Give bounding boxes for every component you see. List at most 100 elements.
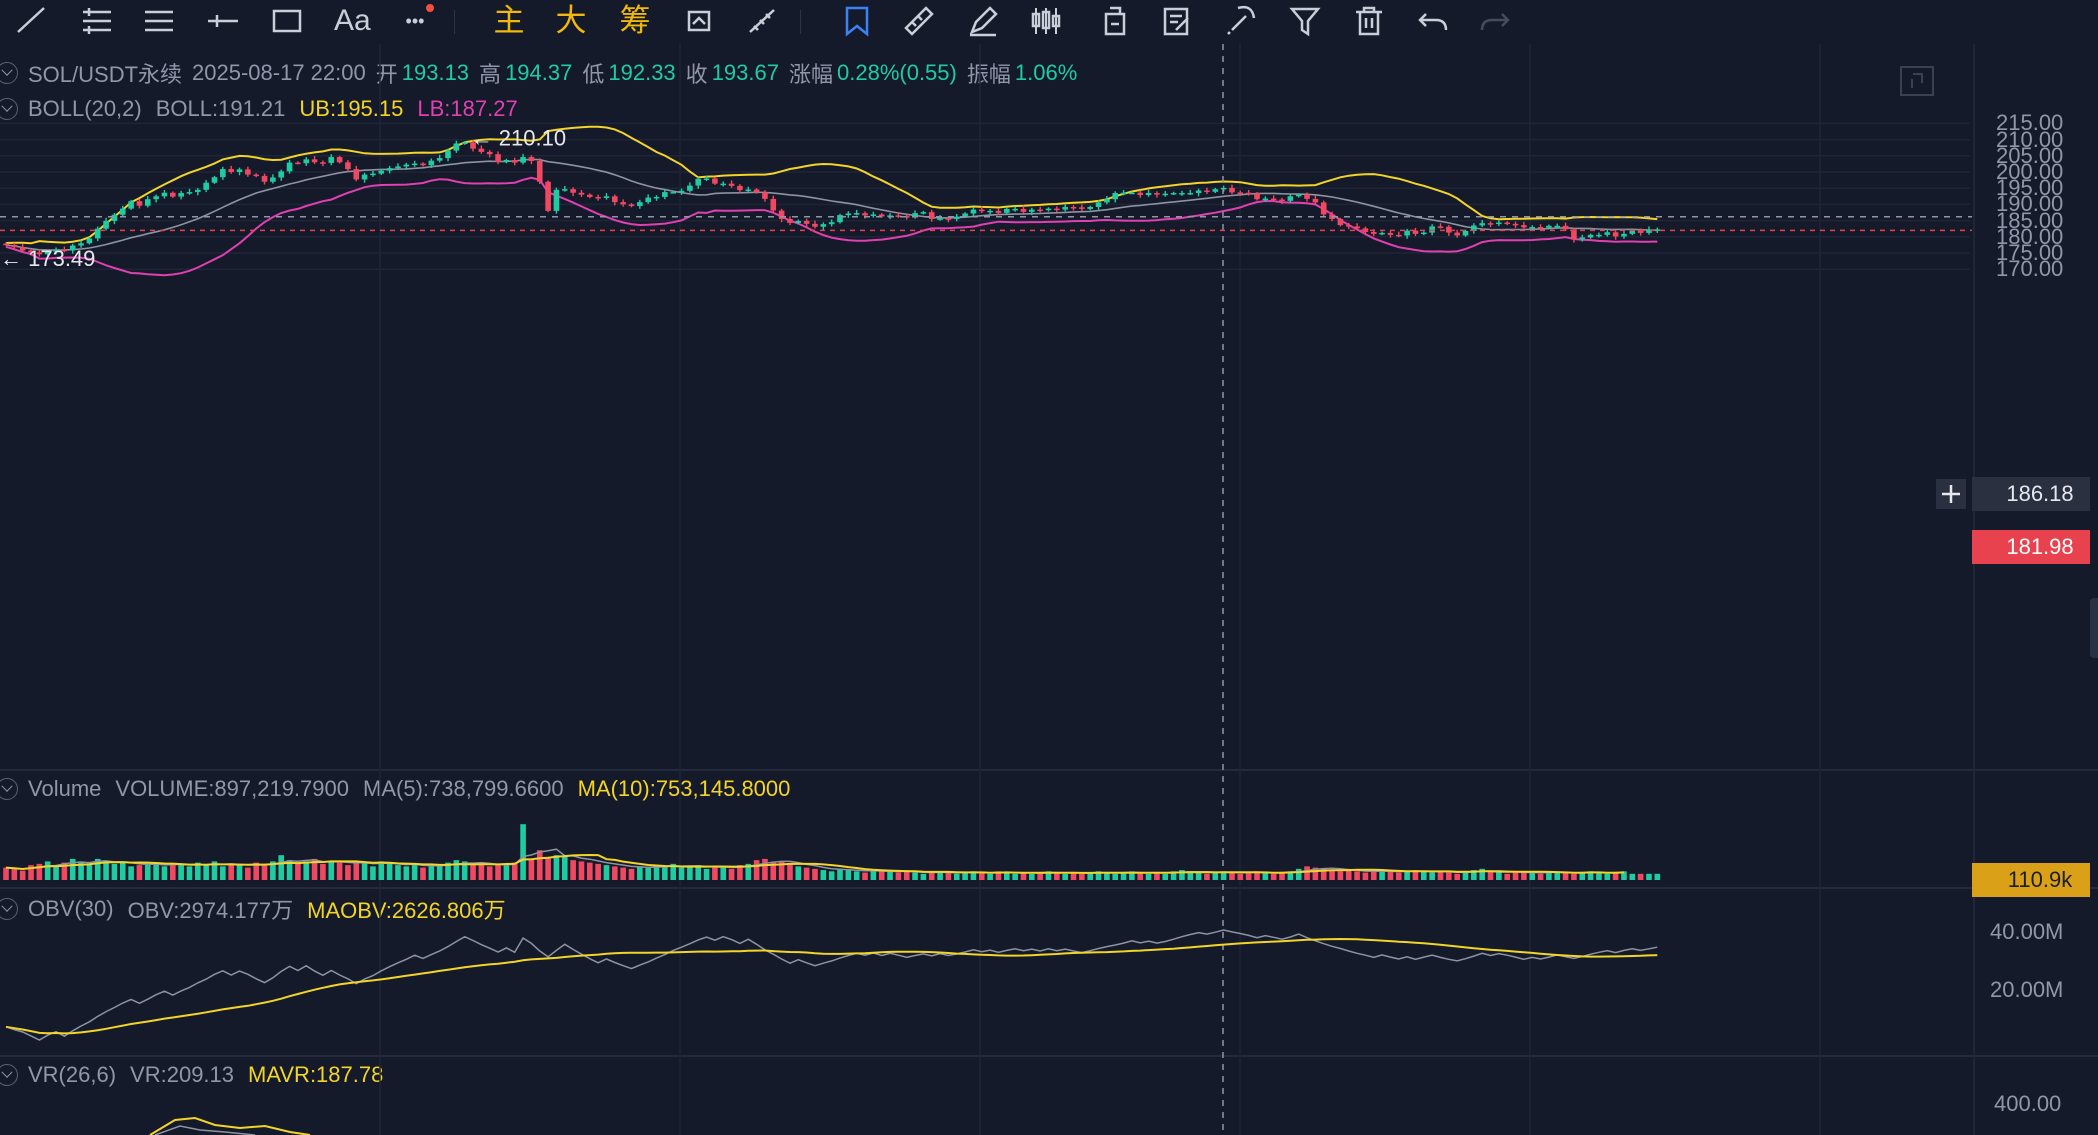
horizontal-lines-icon[interactable] [80, 4, 114, 38]
trash-icon[interactable] [1352, 4, 1386, 38]
volume-bar [1421, 871, 1427, 880]
volume-bar [153, 862, 159, 880]
candle [1154, 191, 1160, 198]
candle [637, 199, 643, 209]
volume-bar [1079, 873, 1085, 880]
candle [1079, 204, 1085, 212]
vr-axis-label: 400.00 [1994, 1091, 2062, 1116]
volume-bar [370, 866, 376, 880]
candle [1604, 229, 1611, 237]
volume-bar [1646, 873, 1652, 880]
volume-bar [1404, 871, 1410, 880]
volume-bar [336, 862, 343, 880]
volume-bar [920, 873, 927, 880]
volume-bar [403, 866, 410, 880]
undo-icon[interactable] [1416, 4, 1450, 38]
volume-bar [3, 867, 9, 880]
volume-bar [1546, 872, 1552, 880]
volume-bar [803, 867, 810, 880]
candle [453, 140, 460, 153]
candle [203, 179, 209, 193]
volume-bar [753, 860, 760, 880]
candle [770, 195, 777, 213]
rectangle-icon[interactable] [270, 4, 304, 38]
ruler-icon[interactable] [902, 4, 936, 38]
chart-canvas[interactable]: ← 210.10 ← 173.49 [0, 44, 2098, 1135]
volume-bar [1262, 872, 1269, 880]
candle [1145, 189, 1152, 197]
candle [1504, 221, 1510, 226]
side-panel-handle[interactable] [2090, 598, 2098, 658]
candle [862, 211, 868, 219]
volume-bar [1195, 872, 1202, 880]
main-chart-toggle-label: 主 [493, 3, 525, 38]
copy-icon[interactable] [1098, 4, 1132, 38]
candle [178, 190, 184, 200]
volume-bar [603, 865, 610, 880]
parallel-channel-icon[interactable] [142, 4, 176, 38]
bookmark-icon[interactable] [840, 4, 874, 38]
candle [1162, 190, 1169, 197]
candle [1195, 188, 1202, 197]
volume-bar [1529, 872, 1536, 880]
volume-bar [845, 870, 852, 880]
crosshair-line-icon[interactable] [206, 4, 240, 38]
large-toggle-label: 大 [555, 3, 587, 38]
volume-bar [870, 871, 877, 880]
candle [1012, 206, 1018, 212]
candle [603, 193, 610, 200]
volume-bar [628, 868, 635, 880]
magnet-icon[interactable] [1224, 4, 1258, 38]
volume-bar [1437, 871, 1444, 880]
main-chart-toggle[interactable]: 主 [492, 4, 526, 38]
edit-icon[interactable] [1160, 4, 1194, 38]
candle [153, 194, 159, 203]
more-icon[interactable]: ••• [398, 4, 434, 38]
volume-bar [762, 858, 768, 880]
price-axis-label: 170.00 [1996, 256, 2064, 282]
obv-axis-label: 40.00M [1990, 919, 2064, 944]
text-tool-icon[interactable]: Aa [334, 4, 371, 38]
sync-icon[interactable] [682, 4, 716, 38]
candle [1437, 223, 1444, 229]
large-toggle[interactable]: 大 [554, 4, 588, 38]
volume-bar [1487, 871, 1494, 880]
volume-bar [812, 868, 818, 880]
volume-bar [1387, 871, 1394, 880]
candle [278, 169, 285, 181]
candle [1621, 231, 1627, 239]
candle [511, 157, 518, 166]
volume-bar [386, 863, 393, 880]
candle [161, 189, 168, 199]
candle [236, 167, 243, 176]
volume-bar [578, 861, 585, 880]
candle [987, 209, 993, 215]
chip-distribution-toggle[interactable]: 筹 [618, 4, 652, 38]
candle [845, 211, 852, 218]
line-tool-icon[interactable] [14, 4, 48, 38]
candle [336, 155, 343, 164]
volume-bar [411, 863, 418, 880]
candle [837, 213, 843, 224]
candle [211, 175, 218, 184]
volume-bar [1496, 872, 1502, 880]
candles-icon[interactable] [1030, 4, 1064, 38]
pen-icon[interactable] [966, 4, 1000, 38]
redo-icon[interactable] [1478, 4, 1512, 38]
volume-bar [303, 861, 310, 880]
volume-bar [662, 866, 668, 880]
volume-bar [186, 866, 193, 880]
volume-bar [962, 872, 968, 880]
volume-bar [637, 866, 643, 880]
volume-bar [53, 866, 59, 880]
candle [803, 218, 810, 227]
volume-bar [420, 867, 426, 880]
candle [1229, 184, 1235, 195]
candle [645, 194, 651, 204]
filter-icon[interactable] [1288, 4, 1322, 38]
measure-icon[interactable] [746, 4, 780, 38]
add-alert-plus-icon[interactable] [1936, 479, 1966, 509]
candle [245, 166, 251, 177]
candle [320, 160, 326, 167]
candle [1379, 231, 1385, 236]
